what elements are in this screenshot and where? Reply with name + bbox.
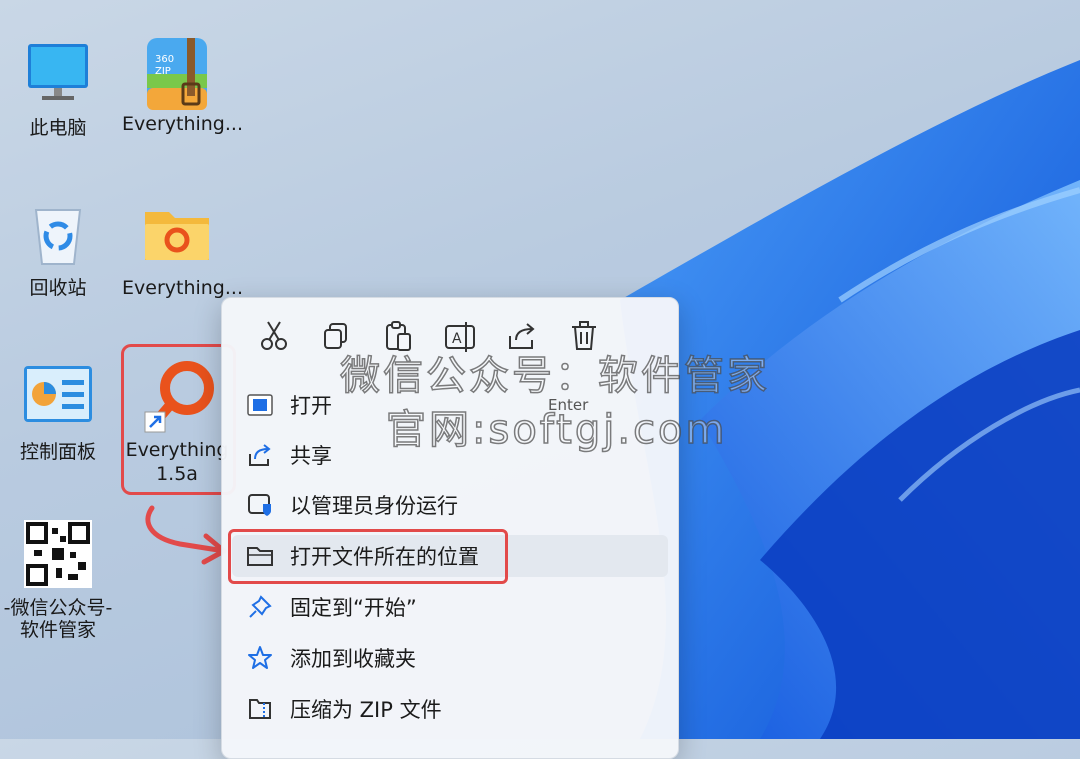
desktop-icon-label-line2: 软件管家: [19, 619, 96, 641]
menu-item-compress-zip[interactable]: 压缩为 ZIP 文件: [232, 688, 668, 730]
desktop-icon-control-panel[interactable]: 控制面板: [3, 362, 113, 464]
pin-icon: [246, 593, 274, 621]
zip-archive-icon: 360 ZIP: [141, 34, 213, 110]
desktop-icon-qr-code[interactable]: -微信公众号- 软件管家: [3, 518, 113, 642]
star-icon: [246, 644, 274, 672]
zip-file-icon: [246, 695, 274, 723]
desktop-icon-label: 此电脑: [29, 117, 87, 139]
desktop-icon-label: -微信公众号-: [3, 597, 113, 619]
control-panel-icon: [22, 362, 94, 434]
menu-item-label: 压缩为 ZIP 文件: [290, 698, 442, 722]
qr-code-icon: [22, 518, 94, 590]
share-icon: [246, 441, 274, 469]
menu-item-add-to-favorites[interactable]: 添加到收藏夹: [232, 637, 668, 679]
watermark-line2: 官网:softgj.com: [385, 406, 728, 454]
open-app-icon: [246, 391, 274, 419]
desktop-icon-everything-folder[interactable]: Everything...: [122, 198, 243, 300]
svg-text:360: 360: [155, 54, 174, 65]
annotation-highlight-box: [121, 344, 236, 495]
menu-item-label: 固定到“开始”: [290, 596, 417, 620]
desktop-icon-everything-zip[interactable]: 360 ZIP Everything...: [122, 34, 243, 136]
desktop-icon-label: Everything...: [122, 113, 243, 135]
menu-item-run-as-admin[interactable]: 以管理员身份运行: [232, 484, 668, 526]
monitor-icon: [22, 38, 94, 110]
desktop-icon-this-pc[interactable]: 此电脑: [3, 38, 113, 140]
menu-item-label: 以管理员身份运行: [290, 494, 458, 518]
menu-item-label: 添加到收藏夹: [290, 647, 416, 671]
cut-icon[interactable]: [254, 316, 294, 356]
svg-text:ZIP: ZIP: [155, 66, 171, 77]
desktop-icon-label: Everything...: [122, 277, 243, 299]
annotation-highlight-box: [228, 529, 508, 584]
menu-item-pin-to-start[interactable]: 固定到“开始”: [232, 586, 668, 628]
recycle-bin-icon: [22, 198, 94, 270]
menu-item-label: 共享: [290, 444, 332, 468]
desktop-icon-label: 控制面板: [19, 441, 96, 463]
menu-item-label: 打开: [290, 394, 332, 418]
admin-shield-icon: [246, 491, 274, 519]
desktop-icon-recycle-bin[interactable]: 回收站: [3, 198, 113, 300]
watermark-line1: 微信公众号：软件管家: [339, 352, 770, 400]
desktop-icon-label: 回收站: [29, 277, 87, 299]
folder-icon: [141, 198, 213, 270]
